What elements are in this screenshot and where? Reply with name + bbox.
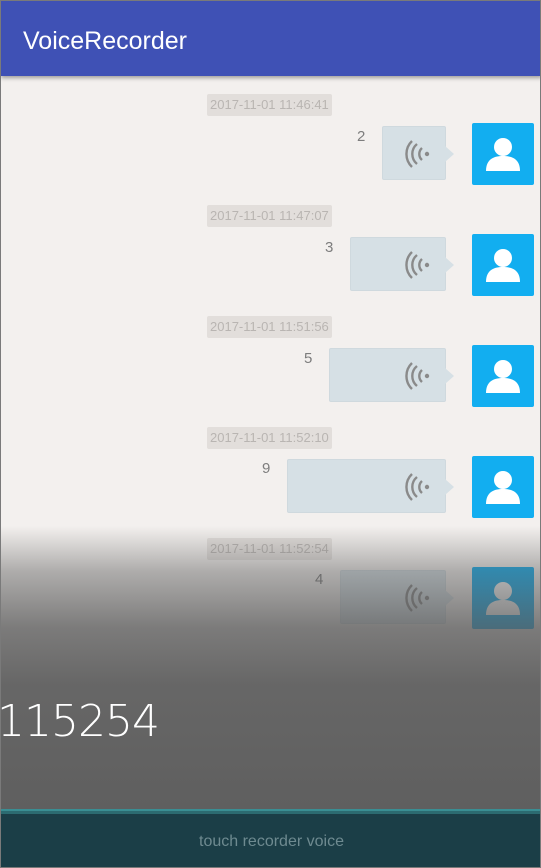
user-avatar-icon — [486, 249, 520, 282]
message-timestamp: 2017-11-01 11:52:10 — [207, 427, 332, 449]
voice-wave-icon — [405, 140, 430, 168]
voice-message-bubble[interactable] — [382, 126, 454, 180]
sender-avatar[interactable] — [472, 456, 534, 518]
sender-avatar[interactable] — [472, 123, 534, 185]
app-title: VoiceRecorder — [23, 27, 187, 55]
voice-wave-icon — [405, 251, 430, 279]
message-timestamp: 2017-11-01 11:52:54 — [207, 538, 332, 560]
message-duration: 4 — [315, 571, 324, 588]
message-timestamp: 2017-11-01 11:46:41 — [207, 94, 332, 116]
recorder-bar: touch recorder voice — [1, 809, 540, 867]
voice-wave-icon — [405, 584, 430, 612]
voice-wave-icon — [405, 362, 430, 390]
sender-avatar[interactable] — [472, 567, 534, 629]
user-avatar-icon — [486, 471, 520, 504]
user-avatar-icon — [486, 582, 520, 615]
message-timestamp: 2017-11-01 11:51:56 — [207, 316, 332, 338]
message-duration: 9 — [262, 460, 271, 477]
app-frame: VoiceRecorder 2017-11-01 11:46:41 2 2017… — [0, 0, 541, 868]
voice-message-bubble[interactable] — [350, 237, 454, 291]
voice-message-bubble[interactable] — [340, 570, 454, 624]
user-avatar-icon — [486, 138, 520, 171]
sender-avatar[interactable] — [472, 345, 534, 407]
message-timestamp: 2017-11-01 11:47:07 — [207, 205, 332, 227]
voice-message-bubble[interactable] — [287, 459, 454, 513]
message-duration: 2 — [357, 128, 366, 145]
app-bar: VoiceRecorder — [1, 1, 540, 76]
record-voice-button[interactable]: touch recorder voice — [1, 814, 540, 867]
user-avatar-icon — [486, 360, 520, 393]
voice-message-bubble[interactable] — [329, 348, 454, 402]
voice-wave-icon — [405, 473, 430, 501]
message-duration: 3 — [325, 239, 334, 256]
sender-avatar[interactable] — [472, 234, 534, 296]
message-duration: 5 — [304, 350, 313, 367]
recording-counter: 115254 — [0, 696, 160, 747]
